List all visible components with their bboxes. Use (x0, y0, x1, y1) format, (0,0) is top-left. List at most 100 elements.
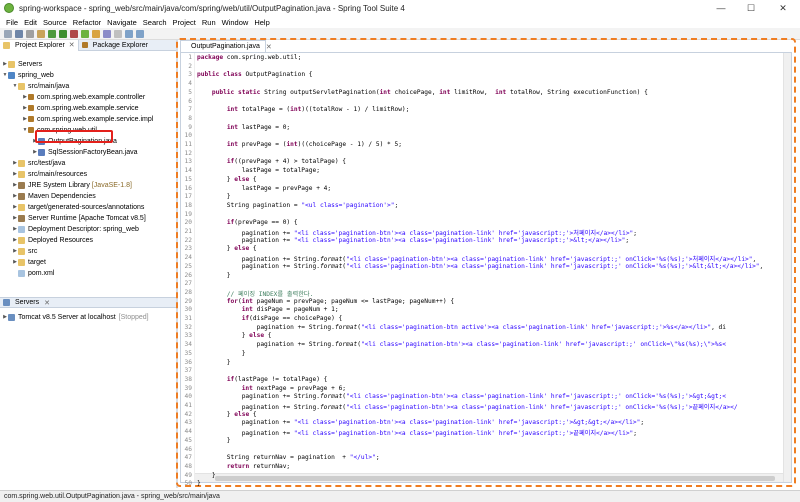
code-line[interactable]: public class OutputPagination { (197, 71, 313, 78)
tree-item[interactable]: ▶ target/generated-sources/annotations (12, 202, 144, 212)
code-line[interactable]: if(prevPage == 0) { (197, 219, 298, 226)
code-line[interactable]: pagination += String.format("<li class='… (197, 393, 726, 400)
tree-item[interactable]: ▶ Deployed Resources (12, 235, 93, 245)
code-line[interactable]: } (197, 472, 216, 479)
new-icon[interactable] (4, 29, 12, 38)
minimize-button[interactable]: — (706, 0, 736, 16)
tree-item[interactable]: ▼ spring_web (2, 70, 54, 80)
menu-help[interactable]: Help (251, 18, 272, 27)
tab-package-explorer[interactable]: Package Explorer (79, 40, 151, 51)
code-line[interactable]: int prevPage = (int)((choicePage - 1) / … (197, 141, 402, 148)
code-line[interactable]: pagination += "<li class='pagination-btn… (197, 419, 644, 426)
menu-refactor[interactable]: Refactor (70, 18, 104, 27)
search-icon[interactable] (114, 29, 122, 38)
code-line[interactable]: pagination += "<li class='pagination-btn… (197, 237, 629, 244)
new-java-project-icon[interactable] (92, 29, 100, 38)
run-icon[interactable] (59, 29, 67, 38)
close-icon[interactable]: ✕ (266, 43, 272, 51)
tree-item[interactable]: ▶ Maven Dependencies (12, 191, 96, 201)
code-line[interactable]: } (197, 437, 231, 444)
server-name: Tomcat v8.5 Server at localhost (18, 313, 116, 321)
code-line[interactable]: int nextPage = prevPage + 6; (197, 385, 346, 392)
code-line[interactable]: // 페이징 INDEX를 출력한다. (197, 289, 314, 298)
server-item[interactable]: ▶ Tomcat v8.5 Server at localhost [Stopp… (2, 312, 149, 322)
tree-item[interactable]: ▶ JRE System Library [JavaSE-1.8] (12, 180, 132, 190)
tree-item[interactable]: ▶ src (12, 246, 37, 256)
menu-edit[interactable]: Edit (21, 18, 40, 27)
close-button[interactable]: ✕ (768, 0, 798, 16)
code-line[interactable]: package com.spring.web.util; (197, 54, 301, 61)
tree-item[interactable]: ▶ com.spring.web.example.service.impl (22, 114, 153, 124)
back-icon[interactable] (125, 29, 133, 38)
new-package-icon[interactable] (103, 29, 111, 38)
tab-servers[interactable]: Servers (15, 299, 39, 306)
horizontal-scrollbar[interactable] (195, 473, 783, 482)
tree-item[interactable]: ▶ com.spring.web.example.controller (22, 92, 145, 102)
tree-item[interactable]: ▶ src/main/resources (12, 169, 87, 179)
code-line[interactable]: String pagination = "<ul class='paginati… (197, 202, 398, 209)
menu-project[interactable]: Project (170, 18, 199, 27)
code-line[interactable]: if((prevPage + 4) > totalPage) { (197, 158, 346, 165)
tree-item[interactable]: ▶ src/test/java (12, 158, 65, 168)
menu-navigate[interactable]: Navigate (104, 18, 140, 27)
code-line[interactable]: } (197, 350, 246, 357)
code-line[interactable]: pagination += String.format("<li class='… (197, 341, 726, 348)
tree-item[interactable]: ▶ SqlSessionFactoryBean.java (32, 147, 138, 157)
tree-item[interactable]: ▶ com.spring.web.example.service (22, 103, 138, 113)
code-line[interactable]: pagination += String.format("<li class='… (197, 324, 726, 331)
open-type-icon[interactable] (37, 29, 45, 38)
code-line[interactable]: } else { (197, 332, 272, 339)
code-line[interactable]: int lastPage = 0; (197, 124, 290, 131)
code-line[interactable]: lastPage = totalPage; (197, 167, 320, 174)
menu-run[interactable]: Run (199, 18, 219, 27)
tree-item[interactable]: ▼ src/main/java (12, 81, 69, 91)
code-line[interactable]: pagination += String.format("<li class='… (197, 254, 757, 263)
save-icon[interactable] (15, 29, 23, 38)
save-all-icon[interactable] (26, 29, 34, 38)
code-line[interactable]: pagination += "<li class='pagination-btn… (197, 428, 637, 437)
close-icon[interactable]: ✕ (69, 41, 75, 49)
forward-icon[interactable] (136, 29, 144, 38)
tree-item[interactable]: ▶ Server Runtime [Apache Tomcat v8.5] (12, 213, 146, 223)
panel-divider[interactable] (176, 40, 178, 488)
code-line[interactable]: pagination += String.format("<li class='… (197, 263, 764, 270)
line-number: 14 (184, 167, 192, 175)
vertical-scrollbar[interactable] (783, 53, 791, 482)
code-line[interactable]: } (197, 193, 231, 200)
menu-file[interactable]: File (3, 18, 21, 27)
code-line[interactable]: int disPage = pageNum + 1; (197, 306, 339, 313)
code-line[interactable]: } else { (197, 176, 257, 183)
scrollbar-thumb[interactable] (215, 476, 775, 481)
code-line[interactable]: lastPage = prevPage + 4; (197, 185, 331, 192)
close-icon[interactable]: ✕ (44, 299, 50, 307)
code-line[interactable]: pagination += "<li class='pagination-btn… (197, 228, 637, 237)
menu-search[interactable]: Search (140, 18, 170, 27)
code-line[interactable]: if(disPage == choicePage) { (197, 315, 343, 322)
code-line[interactable]: return returnNav; (197, 463, 290, 470)
stop-icon[interactable] (70, 29, 78, 38)
tree-item[interactable]: ▶ Deployment Descriptor: spring_web (12, 224, 139, 234)
tree-item[interactable]: ▶ Servers (2, 59, 42, 69)
tree-item[interactable]: pom.xml (12, 268, 54, 278)
line-number: 26 (184, 271, 192, 279)
code-line[interactable]: int totalPage = (int)((totalRow - 1) / l… (197, 106, 410, 113)
menu-source[interactable]: Source (40, 18, 70, 27)
code-line[interactable]: for(int pageNum = prevPage; pageNum <= l… (197, 298, 454, 305)
code-line[interactable]: } else { (197, 245, 257, 252)
tree-item[interactable]: ▶ target (12, 257, 46, 267)
debug-icon[interactable] (48, 29, 56, 38)
spring-boot-icon[interactable] (81, 29, 89, 38)
code-line[interactable]: } (197, 272, 231, 279)
maximize-button[interactable]: ☐ (736, 0, 766, 16)
code-line[interactable]: public static String outputServletPagina… (197, 89, 648, 96)
code-line[interactable]: String returnNav = pagination + "</ul>"; (197, 454, 380, 461)
menu-window[interactable]: Window (219, 18, 252, 27)
code-line[interactable]: } (197, 480, 201, 487)
code-line[interactable]: if(lastPage != totalPage) { (197, 376, 328, 383)
code-line[interactable]: } else { (197, 411, 257, 418)
code-line[interactable]: pagination += String.format("<li class='… (197, 402, 738, 411)
package-icon (28, 94, 34, 100)
editor-tab[interactable]: OutputPagination.java ✕ (180, 40, 272, 52)
tab-project-explorer[interactable]: Project Explorer ✕ (0, 39, 79, 51)
code-line[interactable]: } (197, 359, 231, 366)
